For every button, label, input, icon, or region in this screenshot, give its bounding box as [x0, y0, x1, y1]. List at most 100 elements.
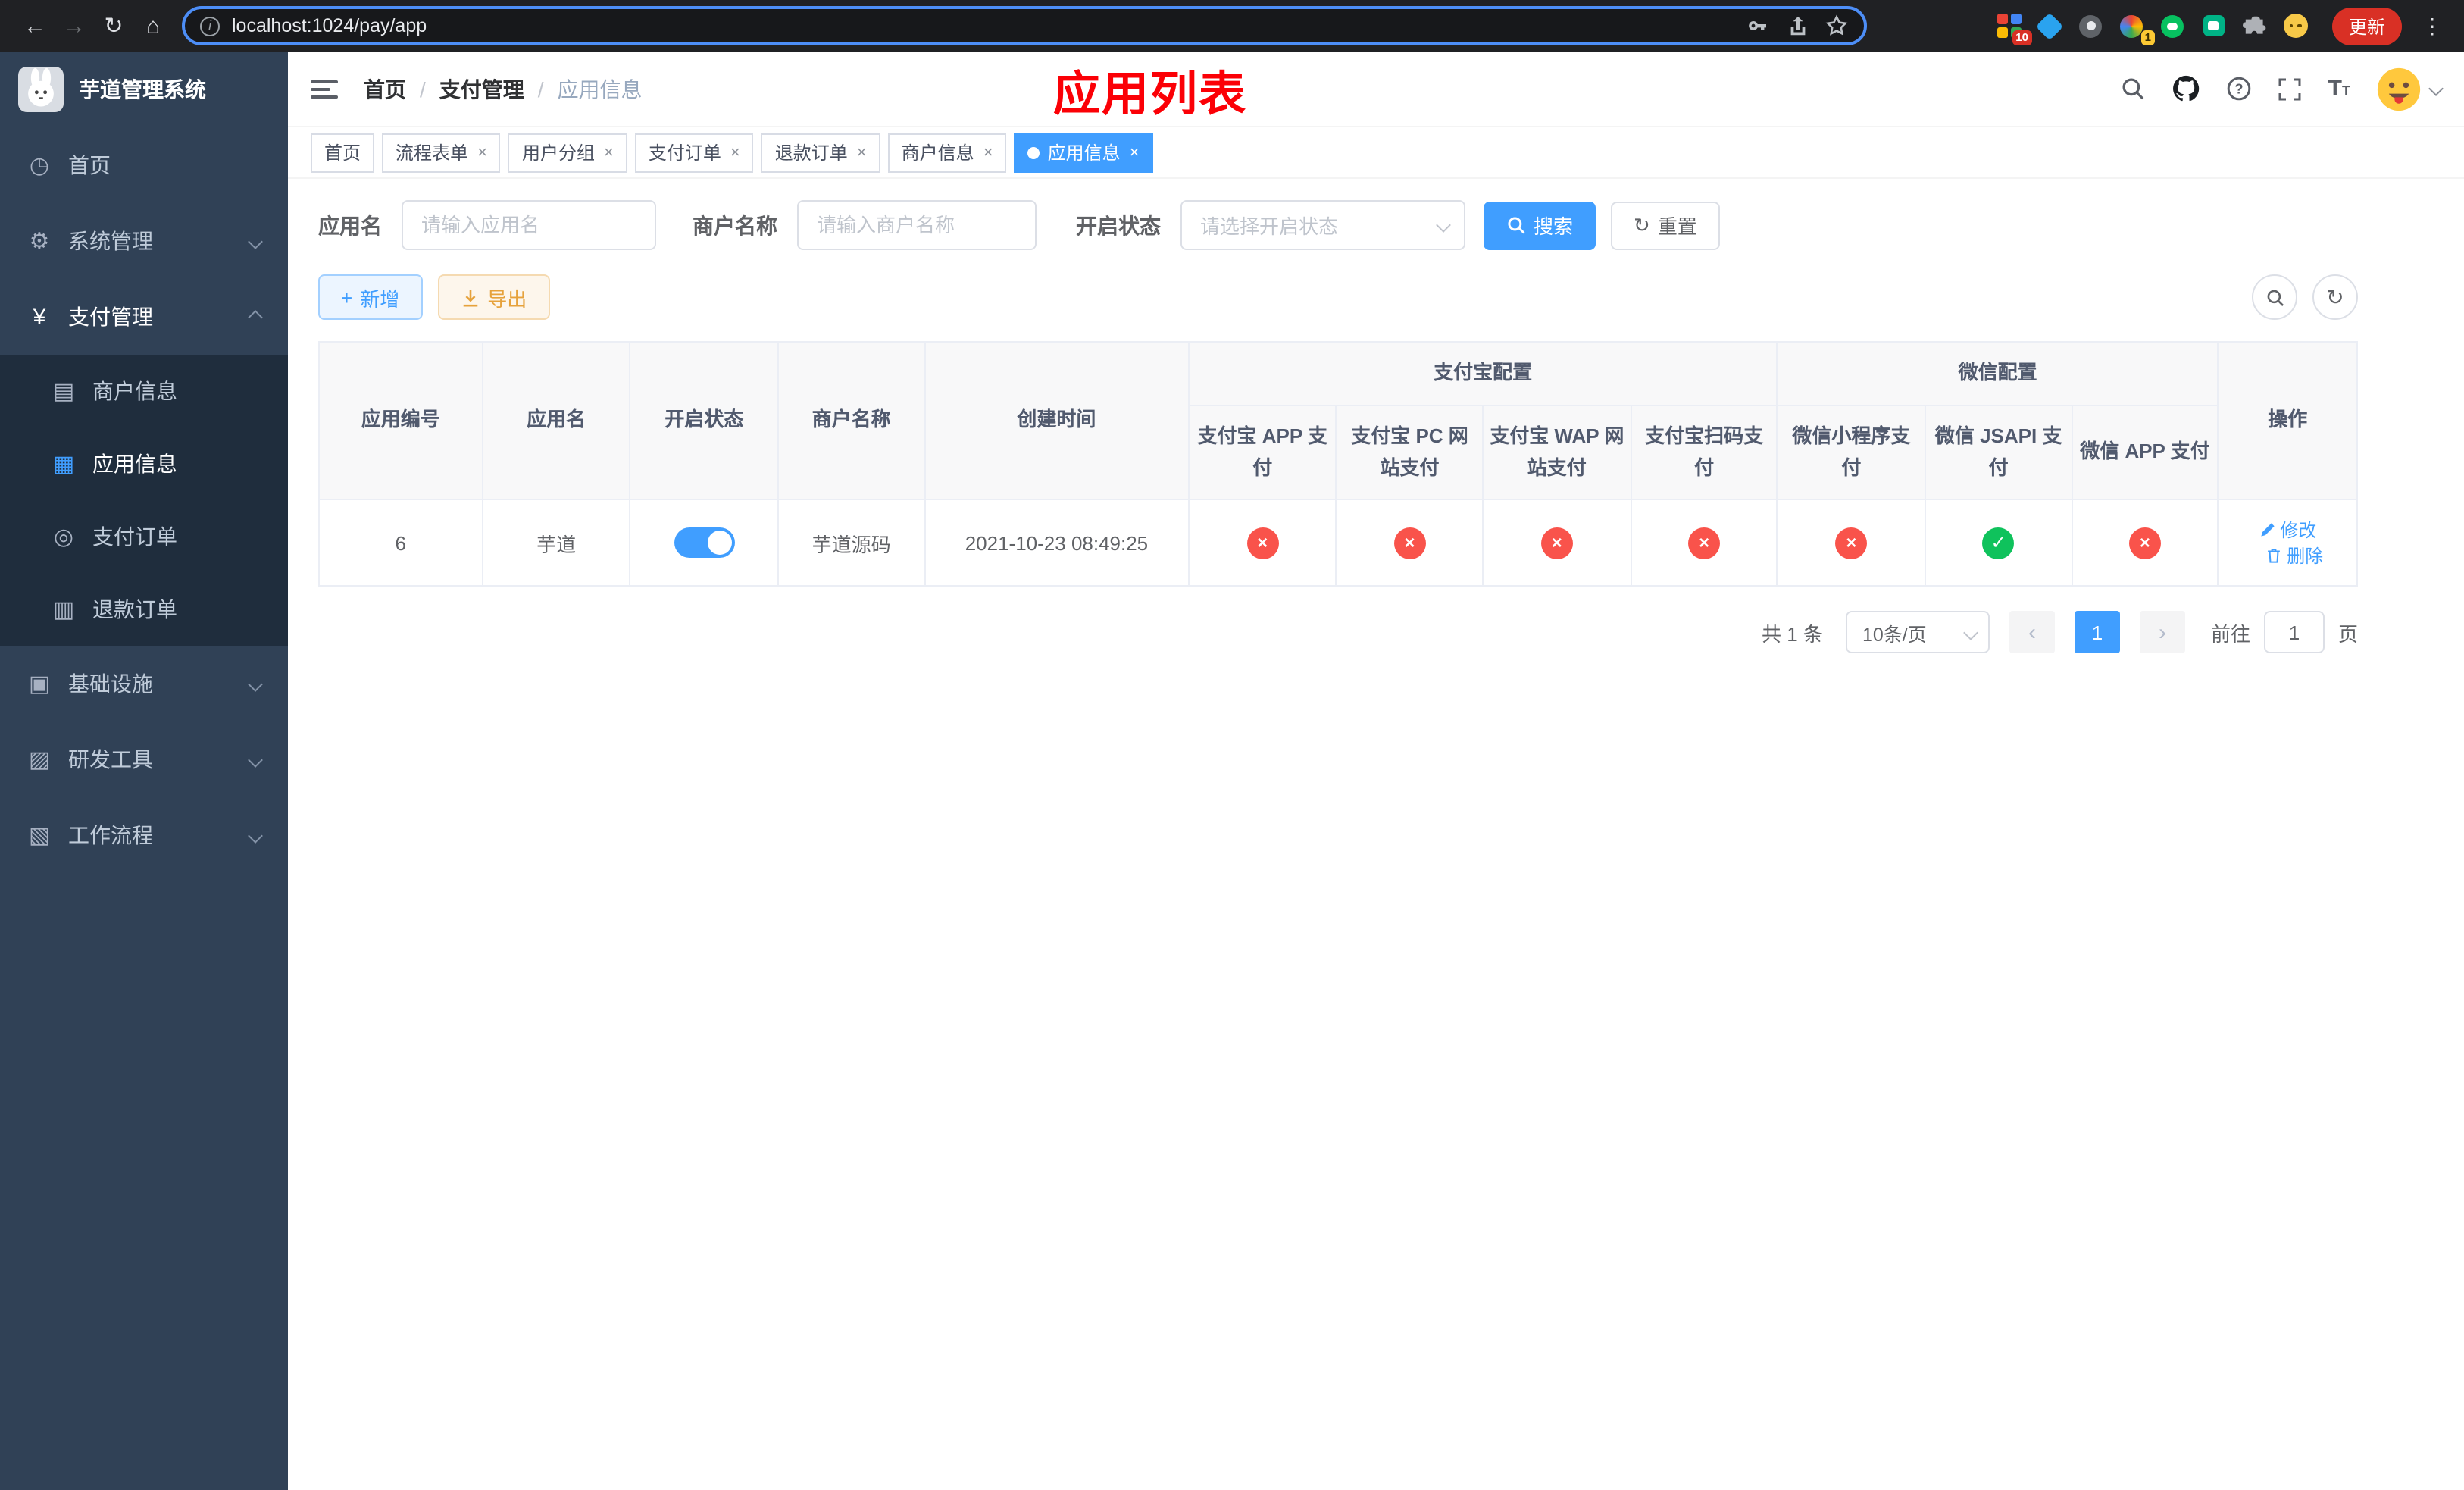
sidebar-item-workflow[interactable]: ▧ 工作流程	[0, 797, 288, 873]
export-button-label: 导出	[487, 287, 527, 310]
close-icon[interactable]: ×	[477, 143, 487, 161]
breadcrumb-home[interactable]: 首页	[364, 74, 406, 104]
extension-chat-icon[interactable]	[2200, 12, 2228, 39]
profile-avatar-icon[interactable]	[2282, 12, 2309, 39]
plus-icon: +	[341, 286, 353, 308]
tab-refund-orders[interactable]: 退款订单 ×	[761, 133, 880, 172]
tab-payment-orders[interactable]: 支付订单 ×	[634, 133, 754, 172]
tab-label: 用户分组	[521, 142, 595, 164]
sidebar-item-infrastructure[interactable]: ▣ 基础设施	[0, 646, 288, 722]
share-icon[interactable]	[1787, 14, 1809, 37]
omnibox-icons	[1747, 14, 1849, 38]
collapse-sidebar-icon[interactable]	[311, 80, 338, 98]
prev-page-button[interactable]: ‹	[2009, 611, 2055, 654]
tab-label: 应用信息	[1047, 142, 1121, 164]
sidebar-item-payment-orders[interactable]: ◎ 支付订单	[0, 500, 288, 573]
extension-badge: 10	[2012, 30, 2032, 45]
trash-icon	[2268, 549, 2281, 564]
breadcrumb-payment[interactable]: 支付管理	[439, 74, 524, 104]
app-table: 应用编号 应用名 开启状态 商户名称 创建时间 支付宝配置 微信配置 操作 支付…	[318, 340, 2358, 587]
extension-colorful-icon[interactable]: 1	[2118, 12, 2155, 45]
toggle-search-button[interactable]	[2252, 274, 2297, 320]
reset-button[interactable]: ↻ 重置	[1611, 201, 1720, 249]
close-icon[interactable]: ×	[730, 143, 740, 161]
address-bar[interactable]: i localhost:1024/pay/app	[182, 6, 1867, 45]
pencil-icon	[2260, 524, 2274, 537]
extension-wechat-icon[interactable]	[2159, 12, 2187, 39]
navbar-actions: ? TT	[2121, 66, 2444, 111]
goto-page-input[interactable]	[2263, 611, 2325, 654]
page-size-select[interactable]: 10条/页	[1845, 611, 1990, 654]
sidebar-item-merchant-info[interactable]: ▤ 商户信息	[0, 355, 288, 427]
close-icon[interactable]: ×	[604, 143, 614, 161]
sidebar-item-refund-orders[interactable]: ▥ 退款订单	[0, 573, 288, 646]
app-name-input[interactable]	[402, 200, 656, 250]
tab-app-info[interactable]: 应用信息 ×	[1014, 133, 1153, 172]
add-button[interactable]: + 新增	[318, 274, 423, 320]
extension-grid-icon[interactable]: 10	[1996, 12, 2032, 45]
edit-link[interactable]: 修改	[2259, 518, 2316, 543]
next-page-button[interactable]: ›	[2139, 611, 2185, 654]
sidebar-item-home[interactable]: ◷ 首页	[0, 127, 288, 203]
page-number-button[interactable]: 1	[2074, 611, 2120, 654]
close-icon[interactable]: ×	[857, 143, 867, 161]
merchant-name-input[interactable]	[797, 200, 1037, 250]
search-button[interactable]: 搜索	[1484, 201, 1596, 249]
col-actions: 操作	[2217, 340, 2358, 501]
tabs-bar: 首页 流程表单 × 用户分组 × 支付订单 × 退款订单 × 商户信息 × 应用信息 ×	[288, 127, 2464, 179]
extension-blue-icon[interactable]	[2036, 11, 2065, 40]
export-button[interactable]: 导出	[437, 274, 550, 320]
tab-home[interactable]: 首页	[311, 133, 375, 172]
help-icon[interactable]: ?	[2227, 76, 2253, 102]
reload-icon[interactable]: ↻	[94, 6, 133, 45]
fullscreen-icon[interactable]	[2278, 77, 2303, 101]
tab-merchant-info[interactable]: 商户信息 ×	[887, 133, 1007, 172]
tab-user-group[interactable]: 用户分组 ×	[508, 133, 627, 172]
url-text: localhost:1024/pay/app	[232, 15, 427, 36]
extensions-puzzle-icon[interactable]	[2241, 12, 2269, 39]
close-icon[interactable]: ×	[983, 143, 993, 161]
sidebar-item-label: 研发工具	[68, 747, 153, 772]
status-toggle[interactable]	[674, 527, 735, 559]
status-label: 开启状态	[1076, 213, 1161, 237]
workflow-icon: ▧	[28, 823, 51, 849]
extension-area: 10 1 更新 ⋮	[1996, 7, 2449, 45]
bookmark-star-icon[interactable]	[1825, 14, 1849, 38]
font-size-icon[interactable]: TT	[2328, 76, 2350, 102]
tab-label: 商户信息	[901, 142, 974, 164]
github-icon[interactable]	[2172, 74, 2201, 103]
add-button-label: 新增	[360, 287, 400, 310]
status-select[interactable]: 请选择开启状态	[1180, 200, 1465, 250]
sidebar: 芋道管理系统 ◷ 首页 ⚙ 系统管理 ¥ 支付管理 ▤ 商户信息 ▦ 应用信息 …	[0, 52, 288, 1490]
app-name-label: 应用名	[318, 213, 382, 237]
tab-process-form[interactable]: 流程表单 ×	[382, 133, 501, 172]
document-icon: ▥	[52, 597, 75, 623]
browser-update-button[interactable]: 更新	[2331, 7, 2402, 45]
search-icon[interactable]	[2121, 76, 2147, 102]
breadcrumb-current: 应用信息	[557, 77, 643, 101]
cell-app-name: 芋道	[481, 499, 631, 587]
forward-icon[interactable]: →	[55, 6, 94, 45]
app-logo[interactable]: 芋道管理系统	[0, 52, 288, 127]
user-avatar[interactable]	[2376, 66, 2444, 111]
tab-label: 退款订单	[774, 142, 848, 164]
col-status: 开启状态	[629, 340, 779, 501]
col-group-alipay: 支付宝配置	[1187, 341, 1778, 406]
password-key-icon[interactable]	[1747, 14, 1771, 38]
breadcrumb: 首页 / 支付管理 / 应用信息	[364, 74, 643, 104]
sidebar-item-payment[interactable]: ¥ 支付管理	[0, 279, 288, 355]
refresh-table-button[interactable]: ↻	[2312, 274, 2358, 320]
site-info-icon[interactable]: i	[200, 16, 220, 36]
sidebar-item-system[interactable]: ⚙ 系统管理	[0, 203, 288, 279]
back-icon[interactable]: ←	[15, 6, 55, 45]
extension-dark-icon[interactable]	[2078, 12, 2105, 39]
sidebar-item-dev-tools[interactable]: ▨ 研发工具	[0, 722, 288, 797]
sidebar-item-label: 基础设施	[68, 671, 153, 696]
delete-link[interactable]: 删除	[2265, 543, 2323, 569]
sidebar-item-app-info[interactable]: ▦ 应用信息	[0, 427, 288, 500]
browser-menu-icon[interactable]: ⋮	[2422, 13, 2443, 39]
col-group-wechat: 微信配置	[1776, 341, 2219, 406]
logo-image	[18, 67, 64, 112]
home-icon[interactable]: ⌂	[133, 6, 173, 45]
close-icon[interactable]: ×	[1130, 143, 1140, 161]
